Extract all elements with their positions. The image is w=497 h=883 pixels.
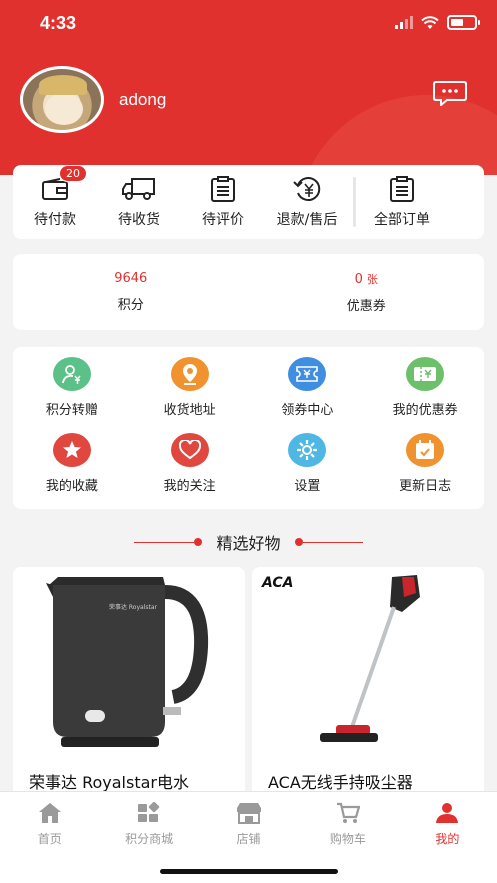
featured-section-title: 精选好物: [0, 530, 497, 554]
user-transfer-icon: [61, 365, 81, 384]
vacuum-image: ACA: [261, 575, 420, 742]
points-label: 积分: [117, 298, 144, 313]
services-card: 积分转赠 收货地址 领券中心 我的优惠券 我的收藏 我的关注 设置 更新日志: [13, 347, 484, 509]
coupons-value: 0: [354, 271, 363, 287]
service-label: 积分转赠: [45, 403, 98, 418]
wifi-icon: [421, 15, 439, 29]
service-coupon-center[interactable]: 领券中心: [249, 357, 367, 432]
refund-icon: [293, 177, 321, 201]
ticket-icon: [414, 367, 437, 381]
location-icon: [182, 364, 197, 385]
product-card-kettle[interactable]: 荣事达 Royalstar 荣事达 Royalstar电水: [13, 567, 245, 797]
tab-label: 购物车: [329, 832, 366, 846]
coupon-icon: [296, 366, 319, 382]
message-icon[interactable]: [433, 80, 467, 106]
service-address[interactable]: 收货地址: [131, 357, 249, 432]
service-label: 设置: [294, 479, 321, 494]
product-card-vacuum[interactable]: ACA ACA无线手持吸尘器: [252, 567, 484, 797]
status-time: 4:33: [40, 13, 77, 33]
truck-icon: [122, 178, 155, 200]
status-bar: 4:33: [0, 0, 497, 50]
battery-icon: [447, 15, 480, 30]
product-name: ACA无线手持吸尘器: [268, 773, 413, 792]
order-label: 待付款: [34, 212, 76, 228]
stats-card: 9646 积分 0张 优惠券: [13, 254, 484, 330]
tab-label: 店铺: [236, 832, 261, 846]
section-title-text: 精选好物: [216, 534, 281, 553]
order-pending-payment[interactable]: 20 待付款: [13, 165, 97, 229]
tab-label: 积分商城: [125, 832, 174, 846]
product-brand-logo: ACA: [261, 575, 294, 591]
order-list-icon: [390, 176, 414, 202]
points-mall-icon: [138, 802, 160, 822]
clipboard-icon: [211, 176, 235, 202]
home-indicator: [160, 869, 338, 874]
order-label: 待收货: [118, 212, 160, 228]
gear-icon: [297, 440, 318, 460]
service-points-transfer[interactable]: 积分转赠: [13, 357, 131, 432]
store-icon: [236, 803, 261, 824]
orders-divider: [353, 177, 356, 227]
home-icon: [38, 803, 61, 823]
service-settings[interactable]: 设置: [249, 433, 367, 508]
order-refund[interactable]: 退款/售后: [265, 175, 349, 229]
pending-payment-badge: 20: [59, 165, 87, 182]
service-favorites[interactable]: 我的收藏: [13, 433, 131, 508]
service-label: 领券中心: [281, 403, 334, 418]
tab-label: 我的: [435, 832, 460, 846]
coupons-label: 优惠券: [346, 298, 386, 314]
order-label: 退款/售后: [276, 212, 338, 228]
order-pending-review[interactable]: 待评价: [181, 175, 265, 229]
signal-icon: [395, 16, 413, 29]
service-label: 更新日志: [399, 479, 452, 494]
points-value: 9646: [114, 271, 148, 286]
product-brand-text: 荣事达 Royalstar: [109, 603, 158, 611]
service-label: 我的收藏: [45, 479, 98, 494]
order-pending-delivery[interactable]: 待收货: [97, 175, 181, 229]
avatar[interactable]: [20, 66, 104, 133]
order-label: 全部订单: [374, 212, 430, 228]
tab-home[interactable]: 首页: [0, 792, 99, 883]
service-following[interactable]: 我的关注: [131, 433, 249, 508]
service-label: 我的优惠券: [392, 403, 458, 418]
service-label: 我的关注: [163, 479, 216, 494]
service-changelog[interactable]: 更新日志: [366, 433, 484, 508]
tab-mine[interactable]: 我的: [398, 792, 497, 883]
profile-header[interactable]: adong: [20, 66, 166, 133]
product-name: 荣事达 Royalstar电水: [29, 773, 189, 792]
coupons-stat[interactable]: 0张 优惠券: [249, 254, 485, 330]
heart-icon: [178, 440, 201, 460]
order-label: 待评价: [202, 212, 244, 228]
coupons-unit: 张: [366, 272, 378, 286]
calendar-icon: [416, 440, 435, 459]
username: adong: [119, 89, 167, 109]
service-label: 收货地址: [163, 403, 216, 418]
points-stat[interactable]: 9646 积分: [13, 254, 249, 330]
tab-label: 首页: [37, 832, 62, 846]
user-icon: [436, 803, 459, 823]
cart-icon: [336, 802, 360, 823]
orders-card: 20 待付款 待收货 待评价 退款/售后 全部订单: [13, 165, 484, 239]
service-my-coupons[interactable]: 我的优惠券: [366, 357, 484, 432]
kettle-image: 荣事达 Royalstar: [46, 577, 209, 747]
star-icon: [62, 441, 81, 458]
order-all[interactable]: 全部订单: [360, 175, 444, 229]
